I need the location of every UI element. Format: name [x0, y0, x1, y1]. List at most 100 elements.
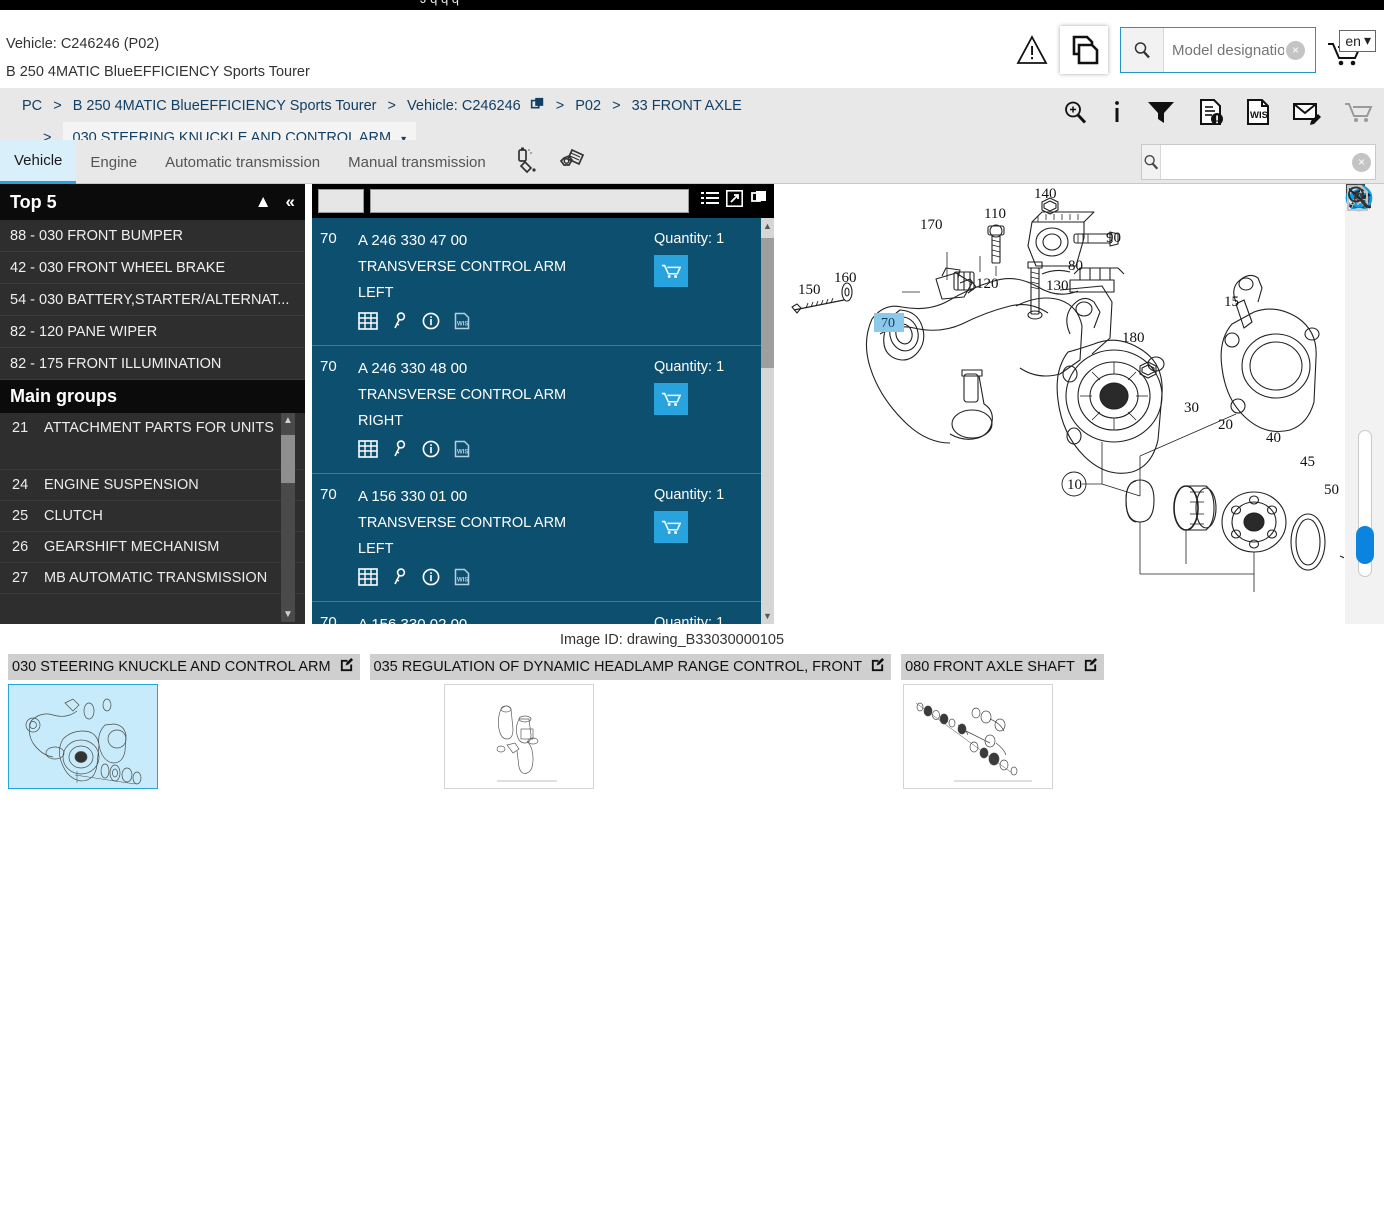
part-row[interactable]: 70 A 156 330 02 00 Quantity: 1	[312, 602, 774, 624]
duplicate-window-icon[interactable]	[750, 190, 768, 213]
top5-item-4[interactable]: 82 - 175 FRONT ILLUMINATION	[0, 348, 305, 380]
scroll-thumb[interactable]	[761, 238, 774, 368]
edit-pencil-icon[interactable]	[870, 657, 885, 676]
copy-icon[interactable]	[529, 96, 545, 122]
part-number: A 246 330 47 00	[358, 232, 468, 249]
parts-filter-text[interactable]	[370, 189, 689, 213]
main-group-label: GEARSHIFT MECHANISM	[44, 539, 220, 555]
cart-icon[interactable]	[1344, 99, 1374, 130]
info-icon[interactable]	[1110, 99, 1124, 130]
tab-automatic-transmission[interactable]: Automatic transmission	[151, 140, 334, 184]
table-grid-icon[interactable]	[358, 312, 378, 335]
thumbnail-image[interactable]	[443, 684, 594, 789]
drawing-viewer[interactable]: 140 110 170 90 80 130 150 160 120 15 180…	[784, 184, 1384, 624]
zoom-slider-knob[interactable]	[1355, 525, 1374, 564]
scroll-down-icon[interactable]: ▼	[763, 611, 772, 621]
copy-documents-icon[interactable]	[1060, 26, 1108, 74]
wis-document-icon[interactable]: WIS	[1246, 98, 1270, 131]
wis-document-icon[interactable]: WIS	[454, 568, 470, 591]
part-row-icons: WIS	[358, 440, 646, 463]
thumbnail-item-030[interactable]: 030 STEERING KNUCKLE AND CONTROL ARM	[8, 654, 360, 789]
breadcrumb-item-model[interactable]: B 250 4MATIC BlueEFFICIENCY Sports Toure…	[73, 98, 377, 114]
edit-pencil-icon[interactable]	[339, 657, 354, 676]
paint-spray-icon[interactable]	[512, 146, 540, 179]
info-circle-icon[interactable]	[422, 440, 440, 463]
part-quantity-block: Quantity: 1	[646, 612, 766, 624]
scroll-up-icon[interactable]: ▲	[283, 415, 293, 426]
zoom-in-icon[interactable]	[1348, 186, 1380, 414]
top5-item-0[interactable]: 88 - 030 FRONT BUMPER	[0, 220, 305, 252]
part-row[interactable]: 70 A 156 330 01 00 TRANSVERSE CONTROL AR…	[312, 474, 774, 602]
main-group-item-26[interactable]: 26 GEARSHIFT MECHANISM	[0, 532, 305, 563]
tab-vehicle[interactable]: Vehicle	[0, 140, 77, 184]
bolt-fastener-icon[interactable]	[558, 146, 588, 179]
chevron-up-icon[interactable]: ▲	[255, 192, 272, 212]
wis-document-icon[interactable]: WIS	[454, 312, 470, 335]
thumbnail-image[interactable]	[8, 684, 158, 789]
key-icon[interactable]	[392, 440, 408, 463]
language-selector[interactable]: en ▾	[1339, 30, 1376, 52]
thumbnail-item-080[interactable]: 080 FRONT AXLE SHAFT	[901, 654, 1104, 789]
key-icon[interactable]	[392, 312, 408, 335]
key-icon[interactable]	[392, 568, 408, 591]
table-grid-icon[interactable]	[358, 568, 378, 591]
breadcrumb-item-pc[interactable]: PC	[22, 98, 42, 114]
target-focus-icon[interactable]	[1345, 184, 1380, 256]
thumbnail-item-035[interactable]: 035 REGULATION OF DYNAMIC HEADLAMP RANGE…	[369, 654, 892, 789]
scroll-up-icon[interactable]: ▲	[763, 221, 772, 231]
warning-triangle-icon[interactable]	[1010, 35, 1054, 65]
tab-manual-transmission[interactable]: Manual transmission	[334, 140, 500, 184]
scroll-thumb[interactable]	[281, 435, 295, 483]
parts-list-scrollbar[interactable]: ▲ ▼	[761, 218, 774, 624]
exploded-parts-drawing[interactable]: 140 110 170 90 80 130 150 160 120 15 180…	[784, 184, 1344, 624]
zoom-search-icon[interactable]	[1062, 99, 1088, 130]
drawing-callout-160: 160	[834, 270, 857, 286]
expand-icon[interactable]	[726, 190, 743, 212]
add-to-cart-icon[interactable]	[654, 255, 688, 287]
breadcrumb-item-front-axle[interactable]: 33 FRONT AXLE	[632, 98, 742, 114]
history-reset-icon[interactable]	[1347, 188, 1380, 296]
info-circle-icon[interactable]	[422, 568, 440, 591]
mail-edit-icon[interactable]	[1292, 99, 1322, 130]
svg-export-icon[interactable]: SVG	[1347, 185, 1380, 375]
clear-x-icon[interactable]: ×	[1286, 40, 1305, 60]
top-clipped-text: J q q q	[420, 0, 459, 6]
top5-item-2[interactable]: 54 - 030 BATTERY,STARTER/ALTERNAT...	[0, 284, 305, 316]
filter-icon[interactable]	[1146, 99, 1176, 130]
zoom-slider[interactable]	[1355, 430, 1374, 577]
model-designation-input[interactable]	[1164, 29, 1286, 71]
part-quantity-block: Quantity: 1	[646, 356, 766, 463]
add-to-cart-icon[interactable]	[654, 383, 688, 415]
table-grid-icon[interactable]	[358, 440, 378, 463]
thumbnail-image[interactable]	[903, 684, 1054, 789]
double-chevron-left-icon[interactable]: «	[286, 192, 295, 212]
breadcrumb-item-vehicle[interactable]: Vehicle: C246246	[407, 98, 521, 114]
tab-engine[interactable]: Engine	[76, 140, 151, 184]
main-group-item-24[interactable]: 24 ENGINE SUSPENSION	[0, 470, 305, 501]
scroll-down-icon[interactable]: ▼	[283, 609, 293, 620]
parts-filter-pos[interactable]	[318, 189, 364, 213]
list-view-icon[interactable]	[701, 190, 719, 213]
model-designation-search[interactable]: ×	[1120, 27, 1316, 73]
main-groups-scrollbar[interactable]: ▲ ▼	[281, 413, 295, 622]
clear-x-icon[interactable]: ×	[1352, 152, 1371, 172]
main-group-item-21[interactable]: 21 ATTACHMENT PARTS FOR UNITS	[0, 413, 305, 470]
info-circle-icon[interactable]	[422, 312, 440, 335]
zoom-out-icon[interactable]	[1348, 186, 1380, 624]
top5-item-1[interactable]: 42 - 030 FRONT WHEEL BRAKE	[0, 252, 305, 284]
part-row[interactable]: 70 A 246 330 48 00 TRANSVERSE CONTROL AR…	[312, 346, 774, 474]
main-group-item-25[interactable]: 25 CLUTCH	[0, 501, 305, 532]
parts-search-box[interactable]: ×	[1141, 144, 1376, 180]
breadcrumb-item-p02[interactable]: P02	[575, 98, 601, 114]
main-group-item-27[interactable]: 27 MB AUTOMATIC TRANSMISSION	[0, 563, 305, 594]
drawing-callout-110: 110	[984, 206, 1006, 222]
document-alert-icon[interactable]	[1198, 98, 1224, 131]
parts-search-input[interactable]	[1161, 146, 1352, 178]
wis-document-icon[interactable]: WIS	[454, 440, 470, 463]
part-row[interactable]: 70 A 246 330 47 00 TRANSVERSE CONTROL AR…	[312, 218, 774, 346]
part-description-2: LEFT	[358, 541, 394, 557]
top5-item-3[interactable]: 82 - 120 PANE WIPER	[0, 316, 305, 348]
unpin-icon[interactable]	[1347, 186, 1380, 335]
edit-pencil-icon[interactable]	[1083, 657, 1098, 676]
add-to-cart-icon[interactable]	[654, 511, 688, 543]
